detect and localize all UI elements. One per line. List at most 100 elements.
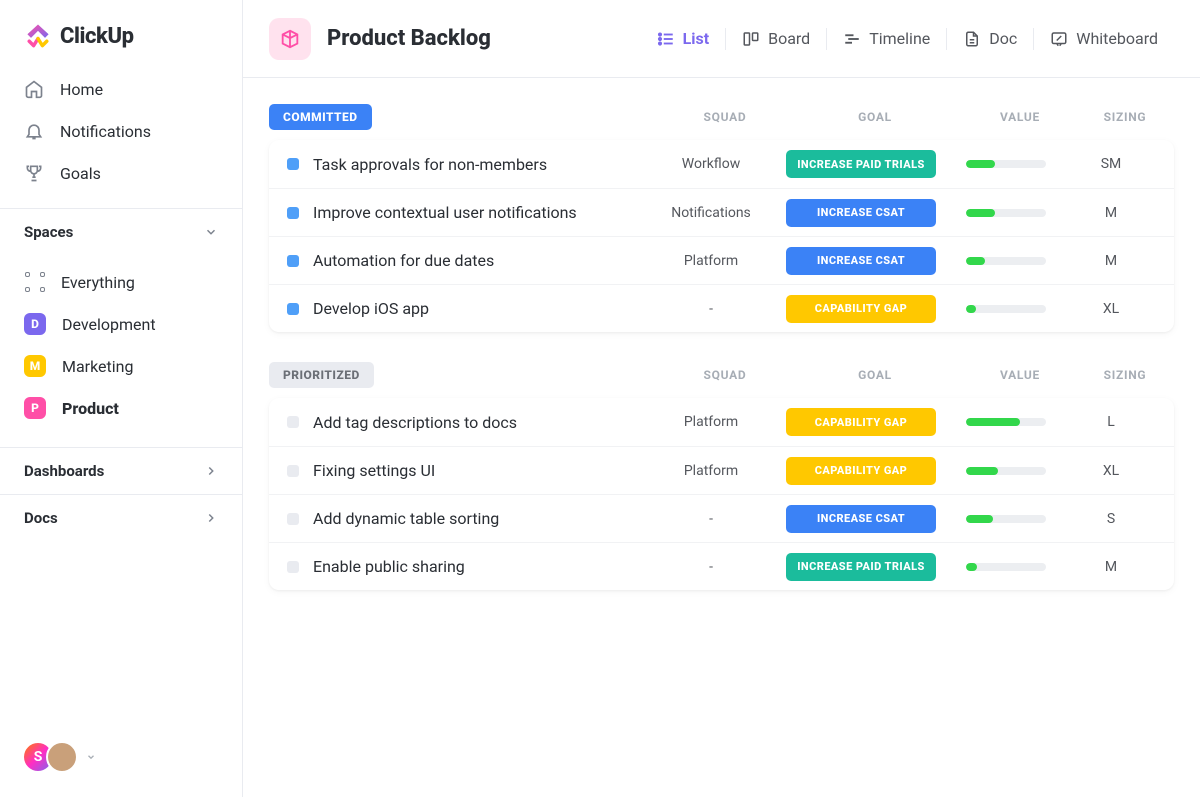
docs-label: Docs <box>24 509 58 527</box>
task-list: Task approvals for non-members Workflow … <box>269 140 1174 332</box>
space-item-development[interactable]: D Development <box>12 303 230 345</box>
task-squad: - <box>646 511 776 527</box>
trophy-icon <box>24 163 44 183</box>
spaces-header[interactable]: Spaces <box>0 208 242 255</box>
space-label: Marketing <box>62 357 133 376</box>
task-name: Task approvals for non-members <box>313 155 547 174</box>
goal-badge[interactable]: CAPABILITY GAP <box>786 295 936 323</box>
brand-name: ClickUp <box>60 24 134 49</box>
space-label: Product <box>62 399 119 418</box>
goal-badge[interactable]: INCREASE PAID TRIALS <box>786 150 936 178</box>
group-header: PRIORITIZED SQUAD GOAL VALUE SIZING <box>269 362 1174 388</box>
view-tab-label: Whiteboard <box>1076 29 1158 48</box>
value-progress <box>946 160 1066 168</box>
goal-badge[interactable]: INCREASE CSAT <box>786 247 936 275</box>
group-status-pill[interactable]: COMMITTED <box>269 104 372 130</box>
task-row[interactable]: Automation for due dates Platform INCREA… <box>269 236 1174 284</box>
task-squad: Workflow <box>646 156 776 172</box>
task-row[interactable]: Add dynamic table sorting - INCREASE CSA… <box>269 494 1174 542</box>
view-tab-label: Timeline <box>869 29 930 48</box>
view-tab-timeline[interactable]: Timeline <box>827 21 946 56</box>
primary-nav: Home Notifications Goals <box>0 68 242 208</box>
page-icon <box>269 18 311 60</box>
goal-badge[interactable]: CAPABILITY GAP <box>786 457 936 485</box>
everything-icon <box>25 272 45 292</box>
task-status-icon <box>287 207 299 219</box>
content: COMMITTED SQUAD GOAL VALUE SIZING Task a… <box>243 78 1200 797</box>
task-status-icon <box>287 513 299 525</box>
task-status-icon <box>287 255 299 267</box>
view-tab-list[interactable]: List <box>641 21 726 56</box>
nav-item-goals[interactable]: Goals <box>10 152 232 194</box>
value-progress <box>946 257 1066 265</box>
task-squad: Platform <box>646 463 776 479</box>
value-progress <box>946 305 1066 313</box>
whiteboard-icon <box>1050 30 1068 48</box>
col-header-goal: GOAL <box>790 368 960 382</box>
view-tab-whiteboard[interactable]: Whiteboard <box>1034 21 1174 56</box>
space-label: Development <box>62 315 156 334</box>
task-row[interactable]: Improve contextual user notifications No… <box>269 188 1174 236</box>
col-header-sizing: SIZING <box>1080 368 1170 382</box>
task-row[interactable]: Fixing settings UI Platform CAPABILITY G… <box>269 446 1174 494</box>
user-avatars[interactable]: S <box>0 723 242 797</box>
task-name: Fixing settings UI <box>313 461 435 480</box>
view-tabs: List Board Timeline Doc Whiteboard <box>641 21 1174 56</box>
spaces-label: Spaces <box>24 223 73 241</box>
task-name: Add dynamic table sorting <box>313 509 499 528</box>
group-header: COMMITTED SQUAD GOAL VALUE SIZING <box>269 104 1174 130</box>
view-tab-board[interactable]: Board <box>726 21 826 56</box>
task-sizing: S <box>1066 511 1156 527</box>
value-progress <box>946 563 1066 571</box>
task-row[interactable]: Task approvals for non-members Workflow … <box>269 140 1174 188</box>
view-tab-label: List <box>683 29 710 48</box>
task-squad: Platform <box>646 253 776 269</box>
goal-badge[interactable]: INCREASE CSAT <box>786 199 936 227</box>
timeline-icon <box>843 30 861 48</box>
docs-header[interactable]: Docs <box>0 494 242 541</box>
logo[interactable]: ClickUp <box>0 0 242 68</box>
col-header-value: VALUE <box>960 368 1080 382</box>
space-item-everything[interactable]: Everything <box>12 261 230 303</box>
space-item-marketing[interactable]: M Marketing <box>12 345 230 387</box>
task-sizing: SM <box>1066 156 1156 172</box>
goal-badge[interactable]: INCREASE PAID TRIALS <box>786 553 936 581</box>
space-list: Everything D Development M Marketing P P… <box>0 255 242 447</box>
task-row[interactable]: Enable public sharing - INCREASE PAID TR… <box>269 542 1174 590</box>
bell-icon <box>24 121 44 141</box>
board-icon <box>742 30 760 48</box>
nav-item-label: Goals <box>60 164 101 183</box>
doc-icon <box>963 30 981 48</box>
task-squad: Platform <box>646 414 776 430</box>
nav-item-label: Home <box>60 80 103 99</box>
task-name: Enable public sharing <box>313 557 465 576</box>
chevron-right-icon <box>204 464 218 478</box>
dashboards-header[interactable]: Dashboards <box>0 447 242 494</box>
task-group: COMMITTED SQUAD GOAL VALUE SIZING Task a… <box>269 104 1174 332</box>
goal-badge[interactable]: CAPABILITY GAP <box>786 408 936 436</box>
view-tab-doc[interactable]: Doc <box>947 21 1033 56</box>
task-sizing: M <box>1066 205 1156 221</box>
goal-badge[interactable]: INCREASE CSAT <box>786 505 936 533</box>
task-name: Add tag descriptions to docs <box>313 413 517 432</box>
task-squad: Notifications <box>646 205 776 221</box>
group-status-pill[interactable]: PRIORITIZED <box>269 362 374 388</box>
space-item-product[interactable]: P Product <box>12 387 230 429</box>
col-header-squad: SQUAD <box>660 110 790 124</box>
space-color-icon: P <box>24 397 46 419</box>
nav-item-notifications[interactable]: Notifications <box>10 110 232 152</box>
task-list: Add tag descriptions to docs Platform CA… <box>269 398 1174 590</box>
task-status-icon <box>287 561 299 573</box>
view-tab-label: Board <box>768 29 810 48</box>
space-color-icon: D <box>24 313 46 335</box>
task-squad: - <box>646 559 776 575</box>
main: Product Backlog List Board Timeline Doc … <box>243 0 1200 797</box>
nav-item-home[interactable]: Home <box>10 68 232 110</box>
task-row[interactable]: Add tag descriptions to docs Platform CA… <box>269 398 1174 446</box>
task-name: Automation for due dates <box>313 251 494 270</box>
task-row[interactable]: Develop iOS app - CAPABILITY GAP XL <box>269 284 1174 332</box>
task-status-icon <box>287 465 299 477</box>
avatar[interactable] <box>46 741 78 773</box>
col-header-value: VALUE <box>960 110 1080 124</box>
view-tab-label: Doc <box>989 29 1017 48</box>
